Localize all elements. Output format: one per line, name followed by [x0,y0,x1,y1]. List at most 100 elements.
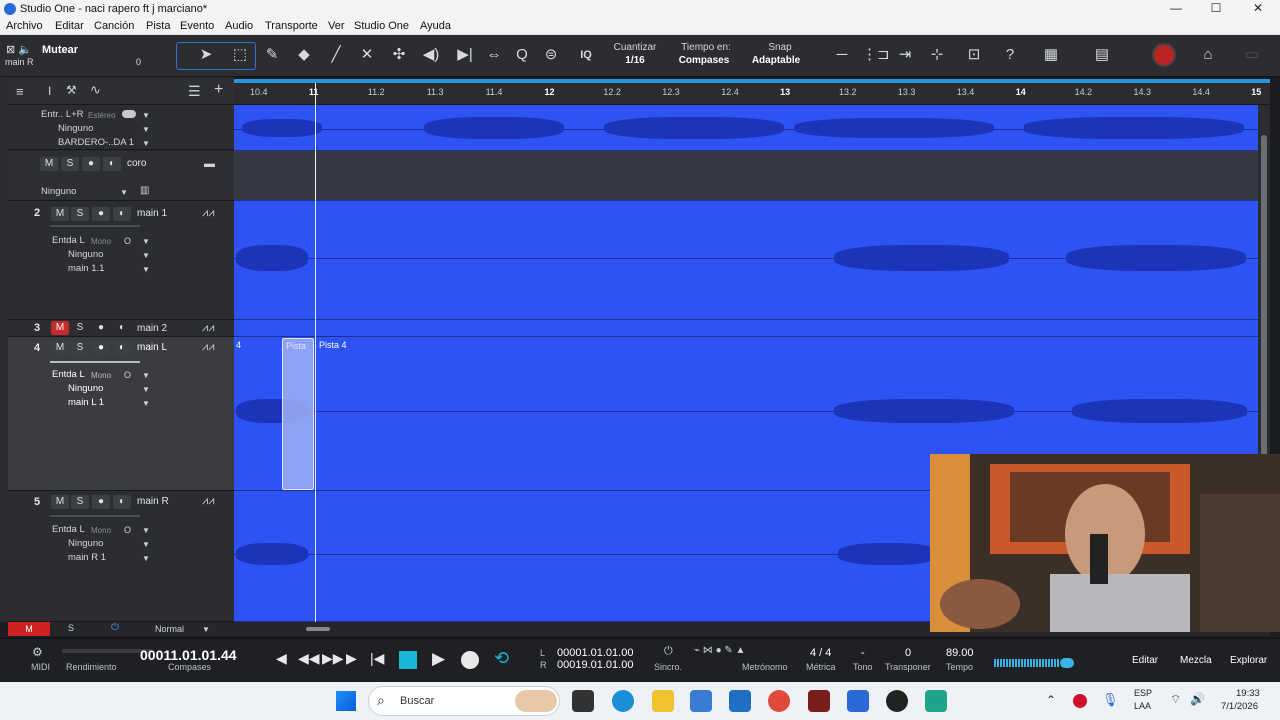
close-button[interactable]: ✕ [1248,1,1268,15]
chevron-down-icon[interactable]: ▼ [142,265,150,274]
chevron-down-icon[interactable]: ▼ [142,399,150,408]
monitor-button[interactable]: ◐ [103,157,121,171]
channel-selector[interactable]: main L 1 [68,397,104,408]
rewind-icon[interactable]: ◀◀ [298,650,320,667]
snapshot-icon[interactable]: ⊡ [964,45,984,65]
channels-icon[interactable]: ▥ [140,185,149,196]
record-button[interactable]: ● [82,157,100,171]
mono-toggle[interactable]: O [124,370,131,380]
folder-track-coro[interactable]: M S ● ◐ coro ▬ Ninguno ▼ ▥ [8,151,234,201]
output-selector[interactable]: Ninguno [58,123,93,134]
time-signature[interactable]: 4 / 4 [810,647,831,659]
solo-button[interactable]: S [61,157,79,171]
track-name[interactable]: main R [137,496,169,507]
waveform-icon[interactable]: ⩘⩘ [202,341,214,354]
chevron-down-icon[interactable]: ▼ [202,625,210,634]
master-toggle[interactable] [1060,658,1074,668]
output-selector[interactable]: Ninguno [68,249,103,260]
precount-icon[interactable]: ⌁ ⋈ ● ✎ ▲ [694,645,745,656]
menu-audio[interactable]: Audio [225,20,253,32]
track-main-2[interactable]: 3 M S ● ◐ main 2 ⩘⩘ [8,320,234,337]
record-button[interactable]: ● [92,207,110,221]
stereo-toggle[interactable] [122,110,136,118]
menu-studio-one[interactable]: Studio One [354,20,409,32]
output-selector[interactable]: Ninguno [68,383,103,394]
obs-icon[interactable] [886,690,908,712]
chevron-down-icon[interactable]: ▼ [142,526,150,535]
edit-button[interactable]: Editar [1132,655,1158,666]
forward-icon[interactable]: ▶▶ [322,650,344,667]
mute-button[interactable]: M [40,157,58,171]
range-tool-icon[interactable]: ⬚ [230,45,250,65]
event-label-pista-4[interactable]: Pista 4 [319,340,347,350]
microphone-icon[interactable]: 🎙 [1102,692,1119,708]
layout-icon[interactable]: ▤ [1092,45,1112,65]
maximize-button[interactable]: ☐ [1206,1,1226,15]
loop-bar[interactable] [234,79,1270,83]
waveform-icon[interactable]: ⩘⩘ [202,322,214,335]
chevron-down-icon[interactable]: ▼ [142,371,150,380]
language-1[interactable]: ESP [1134,688,1152,698]
browse-button[interactable]: Explorar [1230,655,1267,666]
home-icon[interactable]: ⌂ [1198,45,1218,65]
scroll-thumb[interactable] [306,627,330,631]
timebase-value[interactable]: Compases [664,55,744,66]
performance-label[interactable]: Rendimiento [66,662,117,672]
edge-icon[interactable] [612,690,634,712]
waveform-icon[interactable]: ⩘⩘ [202,495,214,508]
loop-follow-icon[interactable]: ⇔ [484,45,504,65]
menu-evento[interactable]: Evento [180,20,214,32]
help-icon[interactable]: ? [1000,45,1020,65]
play-button[interactable]: ▶ [432,649,445,669]
menu-cancion[interactable]: Canción [94,20,134,32]
clock-time[interactable]: 19:33 [1236,688,1260,699]
mono-toggle[interactable]: O [124,236,131,246]
loop-start[interactable]: 00001.01.01.00 [557,647,633,659]
record-button[interactable]: ● [92,341,110,355]
selected-audio-event[interactable]: Pista [282,338,314,490]
track-name[interactable]: main 2 [137,323,167,334]
mute-button[interactable]: M [51,321,69,335]
track-name[interactable]: main 1 [137,208,167,219]
monitor-button[interactable]: ◐ [113,321,131,335]
track-main-1[interactable]: 2 M S ● ◐ main 1 ⩘⩘ Entda L Mono O ▼ Nin… [8,201,234,320]
tray-app-icon[interactable] [1073,694,1087,708]
track-main-r[interactable]: 5 M S ● ◐ main R ⩘⩘ Entda L Mono O ▼ Nin… [8,491,234,622]
position-display[interactable]: 00011.01.01.44 [140,647,237,663]
task-view-icon[interactable] [572,690,594,712]
chevron-down-icon[interactable]: ▼ [142,540,150,549]
chevron-down-icon[interactable]: ▼ [142,125,150,134]
solo-button[interactable]: S [71,495,89,509]
mute-button[interactable]: M [51,207,69,221]
volume-fader[interactable] [50,225,140,227]
zoom-icon[interactable]: Q [512,45,532,65]
listen-tool-icon[interactable]: ◀) [421,45,441,65]
solo-button[interactable]: S [71,207,89,221]
input-selector[interactable]: Entda L [52,235,85,246]
track-bardero[interactable]: Entr.. L+R Estéreo ▼ Ninguno ▼ BARDERO-.… [8,105,234,150]
channel-selector[interactable]: main R 1 [68,552,106,563]
folder-icon[interactable] [652,690,674,712]
transpose-value[interactable]: 0 [905,647,911,659]
mix-button[interactable]: Mezcla [1180,655,1212,666]
app-icon[interactable] [808,690,830,712]
volume-icon[interactable]: 🔊 [1190,692,1205,706]
track-main-l[interactable]: 4 M S ● ◐ main L ⩘⩘ Entda L Mono O ▼ Nin… [8,337,234,491]
folder-output[interactable]: Ninguno [41,186,76,197]
mode-selector[interactable]: Normal [155,624,184,634]
chevron-down-icon[interactable]: ▼ [142,111,150,120]
output-selector[interactable]: Ninguno [68,538,103,549]
mono-toggle[interactable]: O [124,525,131,535]
paint-tool-icon[interactable]: ╱ [326,45,346,65]
tempo-value[interactable]: 89.00 [946,647,974,659]
fit-icon[interactable]: ⋮⊐ [862,45,890,65]
list-icon[interactable]: ≡ [16,84,24,99]
search-box[interactable]: ⌕ Buscar [368,686,560,716]
volume-fader[interactable] [50,361,140,363]
forward-end-icon[interactable]: ▶ [346,650,357,667]
chevron-down-icon[interactable]: ▼ [142,139,150,148]
input-selector[interactable]: Entda L [52,524,85,535]
menu-archivo[interactable]: Archivo [6,20,43,32]
auto-scroll-icon[interactable]: ▶| [455,45,475,65]
lane-bardero[interactable] [234,105,1258,151]
